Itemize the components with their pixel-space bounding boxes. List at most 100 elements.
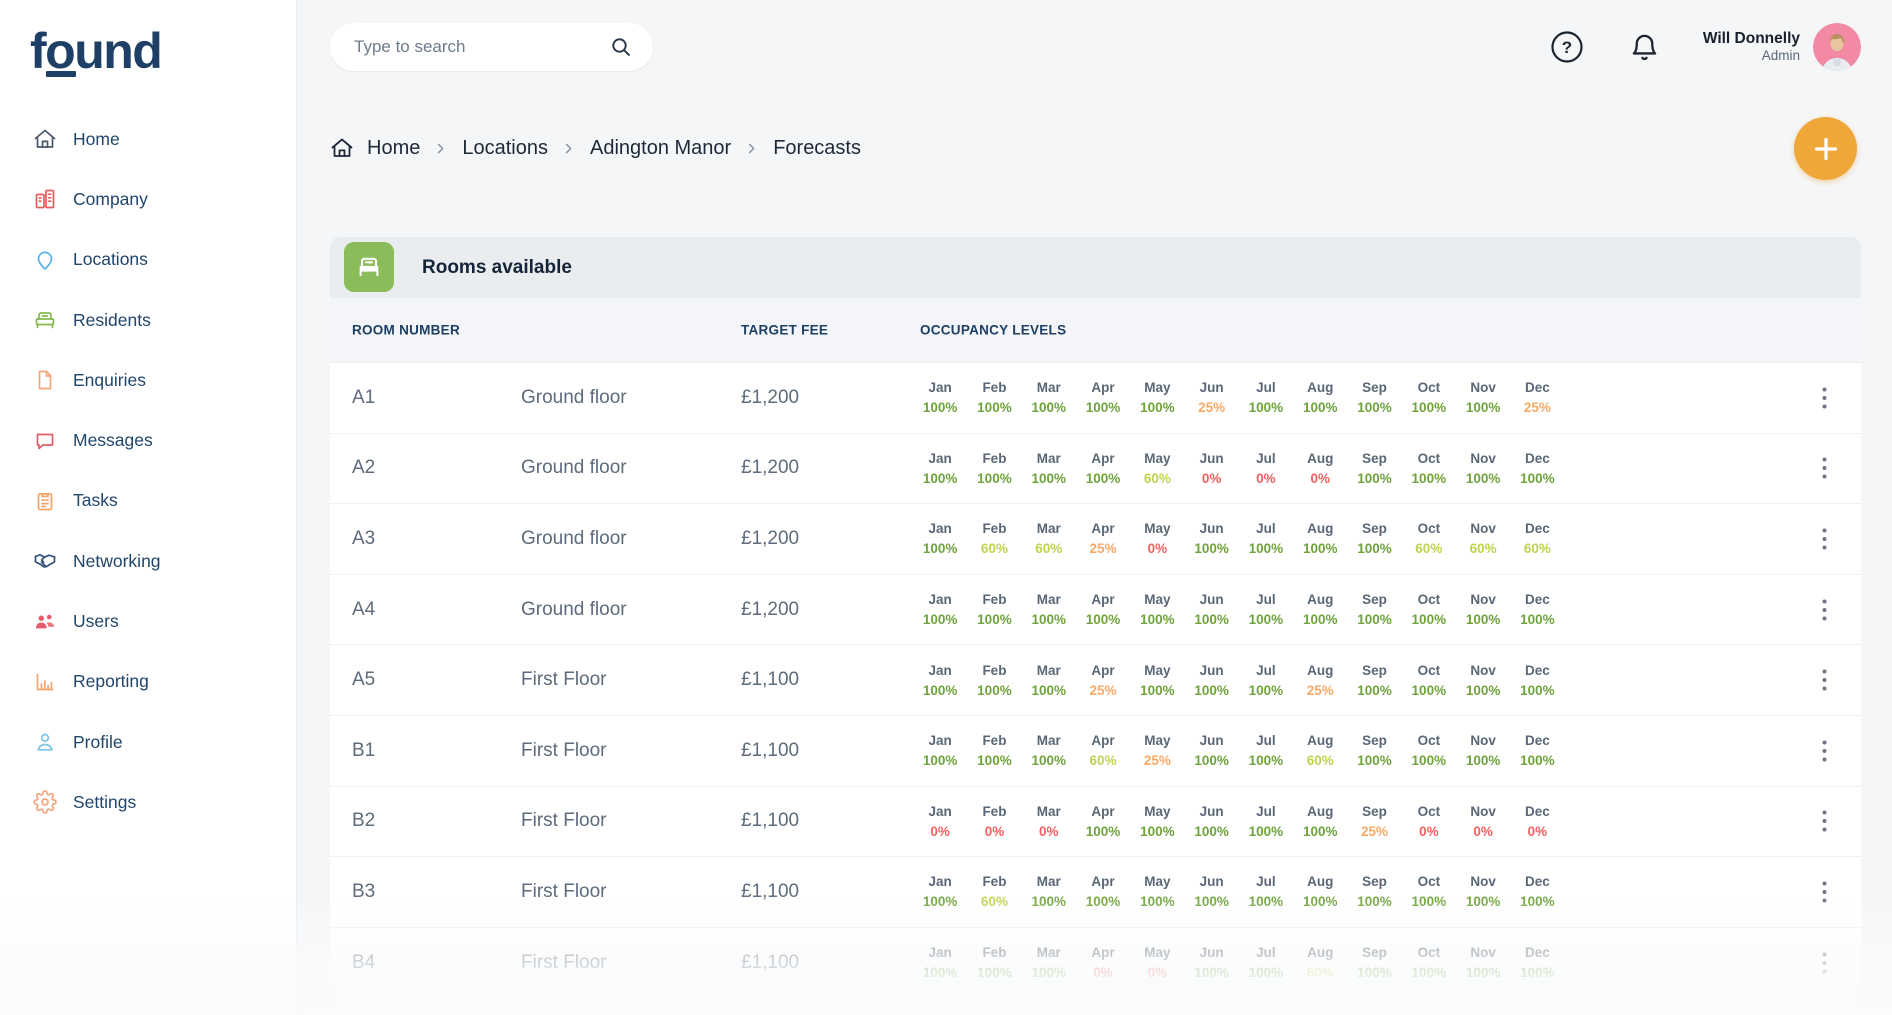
sidebar-item-residents[interactable]: Residents (0, 290, 296, 350)
month-label: Jun (1200, 804, 1224, 819)
notifications-button[interactable] (1627, 29, 1663, 65)
month-occupancy: Jan100% (913, 716, 967, 786)
sidebar-item-messages[interactable]: Messages (0, 410, 296, 470)
month-occupancy: Feb100% (967, 928, 1021, 998)
month-label: Oct (1418, 663, 1441, 678)
row-menu-button[interactable] (1808, 874, 1840, 910)
row-menu-button[interactable] (1808, 592, 1840, 628)
breadcrumb-home-icon[interactable] (330, 136, 354, 160)
month-label: Mar (1037, 521, 1061, 536)
brand-logo[interactable]: found (30, 22, 161, 80)
occupancy-value: 0% (1148, 965, 1168, 980)
month-label: Jul (1256, 945, 1276, 960)
row-menu-button[interactable] (1808, 380, 1840, 416)
month-label: Nov (1470, 804, 1496, 819)
sidebar-item-tasks[interactable]: Tasks (0, 471, 296, 531)
chat-icon (33, 429, 57, 453)
occupancy-value: 60% (1307, 753, 1334, 768)
month-label: Mar (1037, 380, 1061, 395)
occupancy-value: 100% (1357, 965, 1392, 980)
month-label: Dec (1525, 733, 1550, 748)
occupancy-value: 100% (1194, 894, 1229, 909)
sidebar-item-users[interactable]: Users (0, 591, 296, 651)
breadcrumb-item-adington-manor[interactable]: Adington Manor (590, 137, 731, 160)
month-label: Oct (1418, 874, 1441, 889)
occupancy-value: 100% (1303, 541, 1338, 556)
room-row-a5: A5First Floor£1,100Jan100%Feb100%Mar100%… (330, 644, 1861, 715)
row-menu-button[interactable] (1808, 662, 1840, 698)
month-occupancy: Feb100% (967, 363, 1021, 433)
month-label: Jun (1200, 663, 1224, 678)
row-menu-button[interactable] (1808, 733, 1840, 769)
month-label: Jul (1256, 521, 1276, 536)
add-button[interactable] (1794, 117, 1857, 180)
row-menu-button[interactable] (1808, 803, 1840, 839)
month-label: Sep (1362, 521, 1387, 536)
month-occupancy: Jan100% (913, 363, 967, 433)
occupancy-levels: Jan100%Feb100%Mar100%Apr25%May100%Jun100… (913, 645, 1565, 715)
occupancy-value: 100% (1520, 471, 1555, 486)
month-occupancy: Oct100% (1402, 645, 1456, 715)
month-label: Nov (1470, 592, 1496, 607)
page: found HomeCompanyLocationsResidentsEnqui… (0, 0, 1892, 1015)
room-row-a3: A3Ground floor£1,200Jan100%Feb60%Mar60%A… (330, 503, 1861, 574)
month-label: Mar (1037, 592, 1061, 607)
occupancy-value: 0% (1148, 541, 1168, 556)
avatar[interactable] (1813, 23, 1861, 71)
month-label: Aug (1307, 663, 1333, 678)
room-row-b3: B3First Floor£1,100Jan100%Feb60%Mar100%A… (330, 856, 1861, 927)
row-menu-button[interactable] (1808, 450, 1840, 486)
sidebar-item-label: Home (73, 129, 120, 150)
sidebar-item-label: Networking (73, 551, 161, 572)
sidebar-item-enquiries[interactable]: Enquiries (0, 350, 296, 410)
help-button[interactable]: ? (1549, 29, 1585, 65)
row-menu-button[interactable] (1808, 521, 1840, 557)
help-icon: ? (1550, 30, 1584, 64)
sidebar-item-profile[interactable]: Profile (0, 712, 296, 772)
sidebar-item-reporting[interactable]: Reporting (0, 652, 296, 712)
month-occupancy: Apr100% (1076, 787, 1130, 857)
occupancy-value: 100% (1194, 683, 1229, 698)
row-menu-button[interactable] (1808, 945, 1840, 981)
occupancy-value: 100% (1194, 753, 1229, 768)
sidebar-item-settings[interactable]: Settings (0, 772, 296, 832)
month-label: Feb (982, 663, 1006, 678)
month-occupancy: Dec100% (1510, 857, 1564, 927)
occupancy-value: 25% (1524, 400, 1551, 415)
occupancy-value: 100% (1412, 894, 1447, 909)
sidebar-item-locations[interactable]: Locations (0, 230, 296, 290)
occupancy-value: 0% (1419, 824, 1439, 839)
sidebar-item-home[interactable]: Home (0, 109, 296, 169)
clipboard-icon (33, 489, 57, 513)
month-occupancy: Jun100% (1184, 787, 1238, 857)
month-occupancy: Apr60% (1076, 716, 1130, 786)
month-label: Aug (1307, 874, 1333, 889)
month-label: Aug (1307, 380, 1333, 395)
month-occupancy: Sep100% (1347, 504, 1401, 574)
breadcrumb-item-locations[interactable]: Locations (462, 137, 548, 160)
breadcrumb-item-forecasts[interactable]: Forecasts (773, 137, 861, 160)
month-occupancy: Nov100% (1456, 434, 1510, 504)
month-occupancy: Jul100% (1239, 504, 1293, 574)
column-header-target-fee: TARGET FEE (741, 323, 828, 338)
month-label: Jul (1256, 451, 1276, 466)
month-label: Jul (1256, 733, 1276, 748)
occupancy-value: 100% (1466, 965, 1501, 980)
month-occupancy: Dec0% (1510, 787, 1564, 857)
occupancy-value: 100% (1086, 894, 1121, 909)
breadcrumb-item-home[interactable]: Home (367, 137, 420, 160)
month-label: Mar (1037, 451, 1061, 466)
month-label: Sep (1362, 874, 1387, 889)
occupancy-value: 100% (1249, 965, 1284, 980)
room-row-b2: B2First Floor£1,100Jan0%Feb0%Mar0%Apr100… (330, 786, 1861, 857)
search-icon[interactable] (609, 35, 633, 59)
month-label: May (1144, 804, 1170, 819)
month-label: Jun (1200, 733, 1224, 748)
search-input[interactable] (354, 37, 609, 57)
sidebar-item-company[interactable]: Company (0, 169, 296, 229)
month-label: Jan (929, 804, 952, 819)
user-menu[interactable]: Will Donnelly Admin (1703, 29, 1800, 65)
sidebar-item-networking[interactable]: Networking (0, 531, 296, 591)
sidebar-nav: Home CompanyLocationsResidentsEnquiriesMe… (0, 109, 296, 833)
month-label: Apr (1091, 945, 1114, 960)
